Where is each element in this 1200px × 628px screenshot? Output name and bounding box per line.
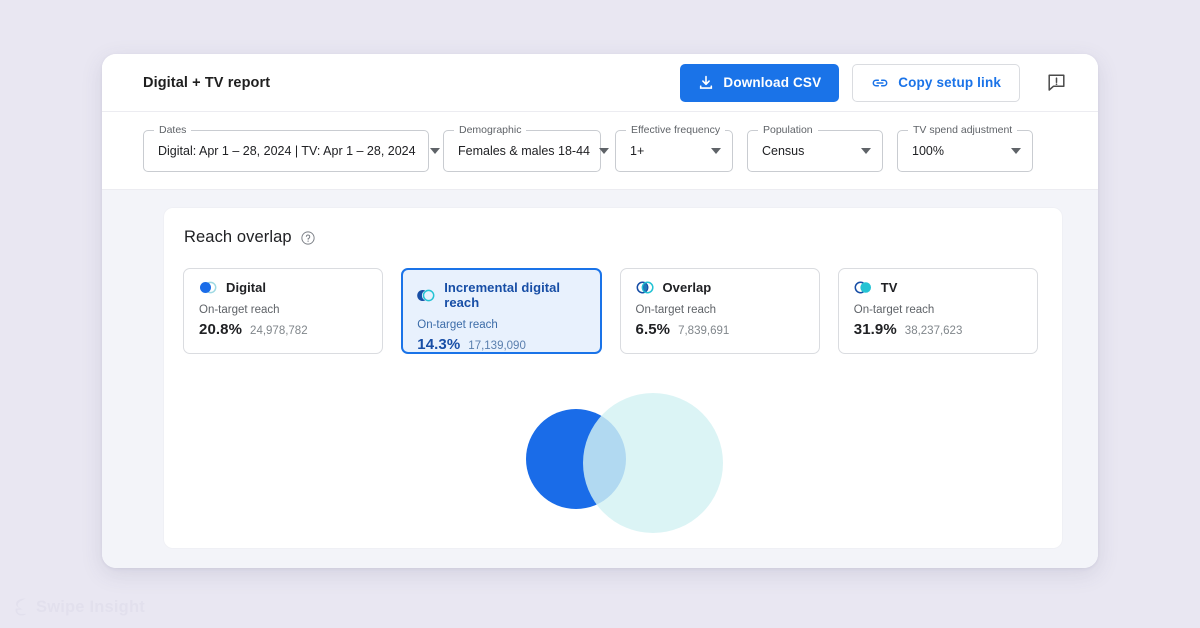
metric-card-absolute: 24,978,782 bbox=[250, 325, 308, 337]
demographic-filter[interactable]: Demographic Females & males 18-44 bbox=[443, 123, 610, 172]
metric-card-absolute: 17,139,090 bbox=[468, 340, 526, 352]
metric-card-absolute: 7,839,691 bbox=[678, 325, 730, 337]
metric-card-overlap[interactable]: Overlap On-target reach 6.5% 7,839,691 bbox=[619, 268, 820, 354]
metric-card-percent: 14.3% bbox=[417, 336, 461, 353]
titlebar-actions: Download CSV Copy setup link bbox=[680, 63, 1074, 102]
link-icon bbox=[872, 78, 888, 87]
chevron-down-icon bbox=[590, 147, 610, 154]
effective-frequency-filter[interactable]: Effective frequency 1+ bbox=[615, 123, 733, 172]
panel-header: Reach overlap bbox=[183, 228, 1038, 247]
metric-card-label: Overlap bbox=[662, 280, 712, 295]
copy-setup-link-button[interactable]: Copy setup link bbox=[852, 63, 1020, 102]
filter-bar: Dates Digital: Apr 1 – 28, 2024 | TV: Ap… bbox=[102, 112, 1098, 190]
dates-filter-label: Dates bbox=[154, 123, 192, 136]
chevron-down-icon bbox=[697, 147, 721, 154]
metric-card-header: Digital bbox=[199, 280, 368, 295]
venn-diagram bbox=[525, 393, 723, 533]
metric-card-header: Overlap bbox=[636, 280, 805, 295]
content-area: Reach overlap Digital On-target reach 20… bbox=[102, 190, 1098, 568]
effective-frequency-filter-value: 1+ bbox=[630, 143, 645, 158]
swipe-s-logo-icon bbox=[15, 598, 27, 616]
panel-title: Reach overlap bbox=[184, 228, 292, 246]
metric-card-sublabel: On-target reach bbox=[635, 304, 717, 316]
reach-overlap-panel: Reach overlap Digital On-target reach 20… bbox=[164, 208, 1062, 548]
window-titlebar: Digital + TV report Download CSV Copy se… bbox=[102, 54, 1098, 112]
metric-card-label: Incremental digital reach bbox=[444, 280, 561, 310]
venn-overlap-icon bbox=[636, 281, 654, 294]
chevron-down-icon bbox=[847, 147, 871, 154]
venn-tv-icon bbox=[854, 281, 871, 294]
venn-incremental-icon bbox=[417, 289, 435, 301]
help-circle-icon[interactable] bbox=[301, 230, 315, 245]
dates-filter-value: Digital: Apr 1 – 28, 2024 | TV: Apr 1 – … bbox=[158, 143, 416, 158]
metric-card-sublabel: On-target reach bbox=[199, 304, 280, 316]
demographic-filter-label: Demographic bbox=[454, 123, 527, 136]
reach-overlap-venn-chart bbox=[183, 378, 1038, 548]
metric-card-header: Incremental digital reach bbox=[417, 280, 586, 310]
metric-card-tv[interactable]: TV On-target reach 31.9% 38,237,623 bbox=[837, 268, 1038, 354]
effective-frequency-filter-label: Effective frequency bbox=[626, 123, 726, 136]
tv-spend-adjustment-filter[interactable]: TV spend adjustment 100% bbox=[897, 123, 1033, 172]
metric-card-stats: 14.3% 17,139,090 bbox=[417, 336, 586, 353]
venn-digital-icon bbox=[200, 281, 217, 294]
metric-cards: Digital On-target reach 20.8% 24,978,782 bbox=[183, 268, 1038, 354]
metric-card-stats: 6.5% 7,839,691 bbox=[636, 321, 805, 338]
watermark: Swipe Insight bbox=[13, 597, 145, 617]
metric-card-digital[interactable]: Digital On-target reach 20.8% 24,978,782 bbox=[183, 268, 384, 354]
feedback-button[interactable] bbox=[1038, 65, 1074, 101]
demographic-filter-value: Females & males 18-44 bbox=[458, 143, 591, 158]
watermark-label: Swipe Insight bbox=[36, 597, 145, 616]
download-csv-button[interactable]: Download CSV bbox=[680, 63, 840, 102]
metric-card-absolute: 38,237,623 bbox=[904, 325, 963, 337]
page-title: Digital + TV report bbox=[143, 74, 271, 91]
metric-card-label: TV bbox=[880, 280, 898, 295]
metric-card-header: TV bbox=[854, 280, 1023, 295]
metric-card-percent: 20.8% bbox=[199, 321, 243, 338]
tv-spend-adjustment-filter-value: 100% bbox=[912, 143, 944, 158]
report-window: Digital + TV report Download CSV Copy se… bbox=[102, 54, 1098, 568]
metric-card-percent: 31.9% bbox=[853, 321, 897, 338]
metric-card-stats: 31.9% 38,237,623 bbox=[854, 321, 1023, 338]
metric-card-incremental-digital-reach[interactable]: Incremental digital reach On-target reac… bbox=[401, 268, 602, 354]
feedback-comment-icon bbox=[1047, 74, 1065, 91]
population-filter[interactable]: Population Census bbox=[747, 123, 883, 172]
tv-spend-adjustment-filter-label: TV spend adjustment bbox=[908, 123, 1018, 136]
population-filter-label: Population bbox=[758, 123, 818, 136]
copy-setup-link-label: Copy setup link bbox=[898, 75, 1001, 90]
metric-card-sublabel: On-target reach bbox=[417, 319, 498, 331]
metric-card-percent: 6.5% bbox=[635, 321, 671, 338]
download-csv-label: Download CSV bbox=[723, 75, 822, 90]
metric-card-label: Digital bbox=[226, 280, 267, 295]
dates-filter[interactable]: Dates Digital: Apr 1 – 28, 2024 | TV: Ap… bbox=[143, 123, 440, 172]
population-filter-value: Census bbox=[762, 143, 805, 158]
chevron-down-icon bbox=[416, 147, 440, 154]
download-icon bbox=[700, 75, 713, 89]
chevron-down-icon bbox=[997, 147, 1021, 154]
metric-card-sublabel: On-target reach bbox=[853, 304, 935, 316]
venn-circle-tv bbox=[582, 393, 723, 533]
metric-card-stats: 20.8% 24,978,782 bbox=[199, 321, 368, 338]
